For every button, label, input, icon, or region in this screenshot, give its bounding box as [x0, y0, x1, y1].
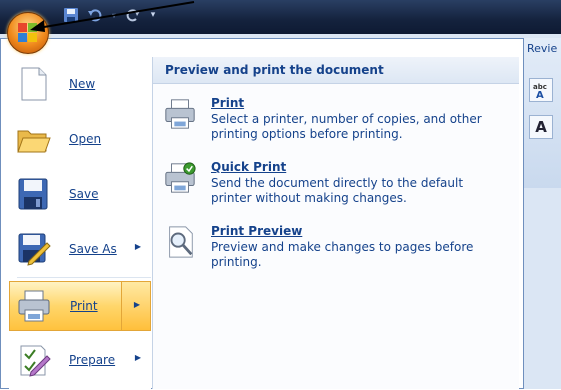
ribbon-partial: Revie abc A A — [520, 38, 561, 188]
submenu-arrow-icon: ▶ — [134, 353, 141, 362]
print-panel: Preview and print the document Print Sel… — [152, 57, 519, 389]
submenu-arrow-icon: ▶ — [133, 300, 140, 309]
save-floppy-icon — [15, 176, 51, 212]
menu-item-label: New — [69, 77, 96, 91]
office-menu-items: New Open Save Save As ▶ Print ▶ Prepare … — [9, 51, 151, 390]
pointer-arrow-icon — [30, 1, 195, 32]
menu-item-save-as[interactable]: Save As ▶ — [9, 224, 151, 274]
option-print[interactable]: Print Select a printer, number of copies… — [161, 93, 511, 151]
svg-text:A: A — [536, 90, 544, 99]
panel-heading: Preview and print the document — [165, 63, 384, 77]
menu-item-label: Save As — [69, 242, 117, 256]
menu-item-label: Prepare — [69, 353, 116, 367]
option-title: Quick Print — [211, 160, 287, 174]
abc-spelling-icon[interactable]: abc A — [529, 78, 553, 102]
new-document-icon — [15, 66, 51, 102]
printer-icon — [163, 97, 197, 131]
option-title: Print — [211, 96, 245, 110]
option-title: Print Preview — [211, 224, 303, 238]
save-as-icon — [15, 231, 51, 267]
menu-item-open[interactable]: Open — [9, 114, 151, 164]
menu-item-label: Print — [70, 299, 98, 313]
menu-item-label: Open — [69, 132, 102, 146]
quick-print-icon — [163, 161, 197, 195]
submenu-arrow-icon: ▶ — [134, 242, 141, 251]
print-panel-header: Preview and print the document — [153, 57, 519, 84]
print-preview-icon — [163, 225, 197, 259]
menu-separator — [17, 277, 151, 278]
option-description: Send the document directly to the defaul… — [211, 176, 464, 205]
menu-item-new[interactable]: New — [9, 59, 151, 109]
option-quick-print[interactable]: Quick Print Send the document directly t… — [161, 157, 511, 215]
menu-item-save[interactable]: Save — [9, 169, 151, 219]
font-a-button[interactable]: A — [529, 115, 553, 139]
menu-item-prepare[interactable]: Prepare ▶ — [9, 335, 151, 385]
menu-item-label: Save — [69, 187, 99, 201]
menu-item-print[interactable]: Print ▶ — [9, 281, 151, 331]
option-description: Select a printer, number of copies, and … — [211, 112, 482, 141]
printer-icon — [16, 288, 52, 324]
option-description: Preview and make changes to pages before… — [211, 240, 474, 269]
open-folder-icon — [15, 121, 51, 157]
prepare-icon — [15, 342, 51, 378]
option-print-preview[interactable]: Print Preview Preview and make changes t… — [161, 221, 511, 279]
